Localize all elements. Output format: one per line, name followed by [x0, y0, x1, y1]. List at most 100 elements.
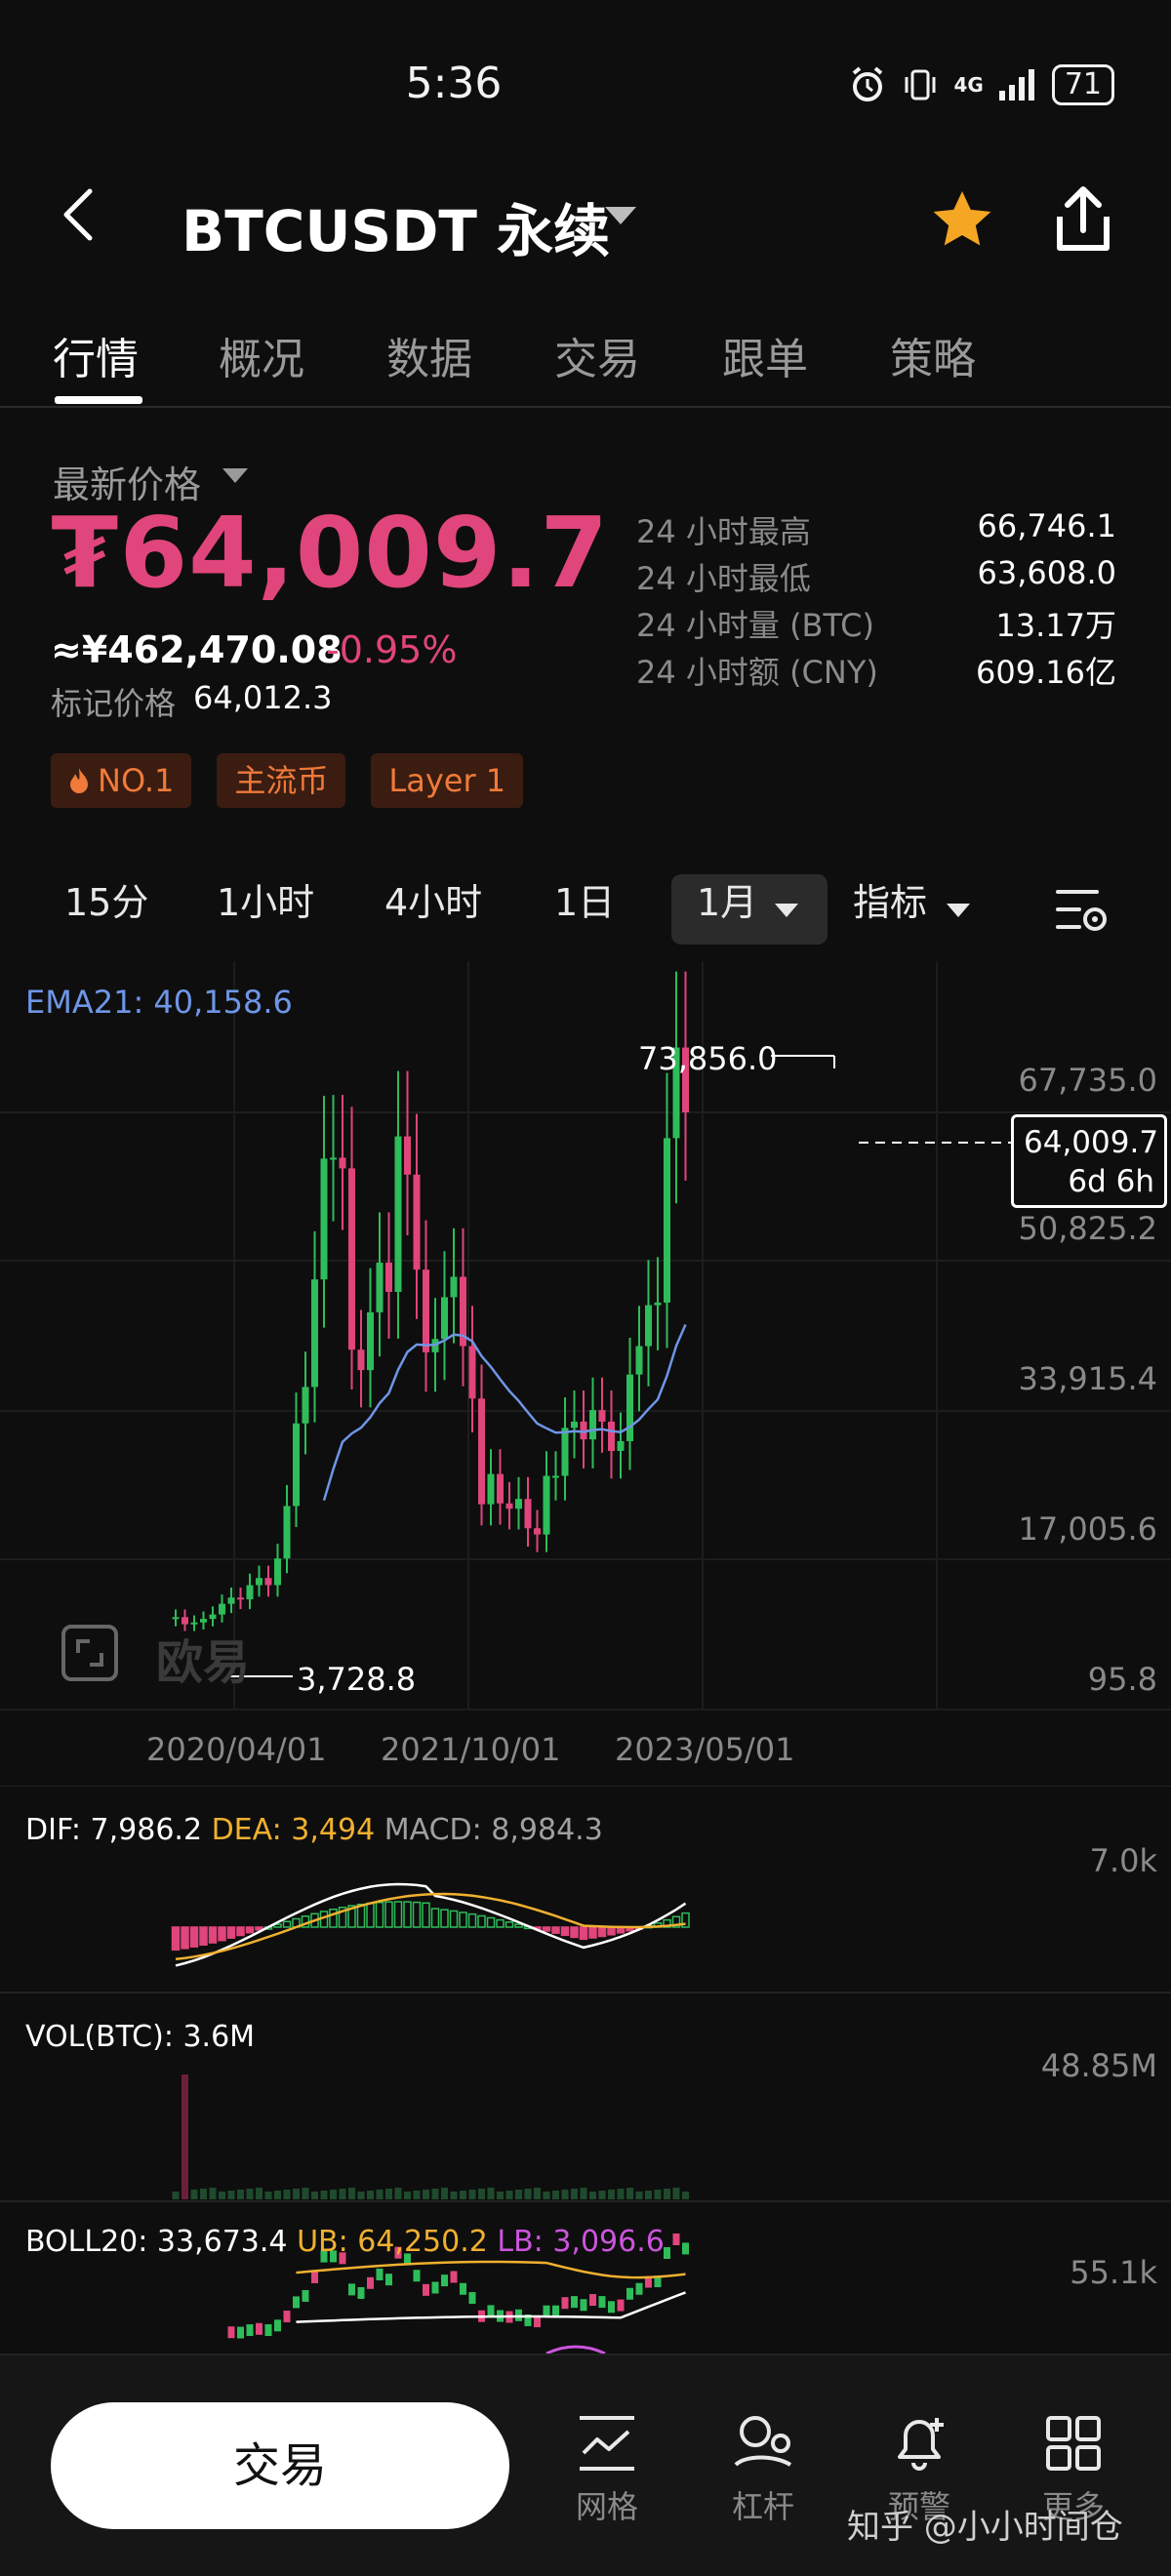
candle-body	[219, 1603, 225, 1615]
candle-body	[385, 1262, 392, 1292]
macd-bar	[542, 1926, 551, 1932]
fullscreen-icon[interactable]	[61, 1624, 119, 1682]
tab-strategy[interactable]: 策略	[890, 324, 976, 386]
timeframe-1d[interactable]: 1日	[554, 872, 615, 926]
current-price-value: 64,009.7	[1024, 1125, 1159, 1160]
tab-data[interactable]: 数据	[386, 324, 472, 386]
tag-label: 主流币	[234, 762, 329, 799]
candle-body	[264, 1578, 272, 1586]
volume-bar	[385, 2189, 392, 2199]
x-tick: 2021/10/01	[381, 1731, 561, 1768]
tab-overview[interactable]: 概况	[219, 324, 304, 386]
candle-body	[320, 1158, 328, 1280]
volume-bar	[617, 2189, 625, 2199]
volume-bar	[543, 2192, 550, 2199]
volume-bar	[404, 2192, 411, 2199]
status-icons: 4G 71	[848, 64, 1114, 105]
macd-bar	[226, 1926, 236, 1939]
boll-candle	[608, 2301, 615, 2314]
boll-candle	[302, 2289, 309, 2302]
volume-bar	[441, 2188, 448, 2199]
y-tick: 50,825.2	[1018, 1210, 1158, 1247]
timeframe-1h[interactable]: 1小时	[217, 872, 314, 926]
stats-panel: 24 小时最高 66,746.1 24 小时最低 63,608.0 24 小时量 (…	[636, 507, 1116, 695]
boll-candle	[385, 2274, 392, 2286]
candle-body	[543, 1475, 550, 1535]
dropdown-caret-icon[interactable]	[605, 207, 636, 224]
tab-market[interactable]: 行情	[53, 324, 139, 386]
chart-settings-icon[interactable]	[1054, 884, 1112, 935]
volume-bar	[487, 2188, 495, 2199]
status-time: 5:36	[405, 59, 503, 108]
timeframe-4h[interactable]: 4小时	[384, 872, 482, 926]
page-title[interactable]: BTCUSDT 永续	[182, 185, 610, 267]
volume-bar	[219, 2192, 225, 2199]
candlestick-chart[interactable]	[0, 961, 1171, 1712]
volume-bar	[200, 2189, 207, 2199]
tag-mainstream[interactable]: 主流币	[217, 753, 346, 808]
timeframe-1mo[interactable]: 1月	[697, 872, 757, 926]
tag-rank[interactable]: NO.1	[51, 753, 192, 808]
candle-body	[571, 1421, 578, 1429]
indicator-caret-icon[interactable]	[947, 904, 970, 917]
indicator-menu[interactable]: 指标	[853, 872, 927, 926]
tag-label: NO.1	[98, 762, 175, 799]
candles	[172, 971, 689, 1631]
macd-bar	[189, 1926, 199, 1948]
tag-list: NO.1 主流币 Layer 1	[51, 753, 524, 808]
volume-y-tick: 48.85M	[1040, 2047, 1157, 2084]
price-change: -0.95%	[326, 628, 458, 671]
boll-candle	[617, 2299, 625, 2312]
y-tick: 33,915.4	[1018, 1360, 1158, 1397]
macd-bar	[560, 1926, 570, 1937]
volume-bar	[283, 2190, 291, 2199]
candle-body	[505, 1503, 513, 1509]
boll-candle	[598, 2296, 606, 2309]
candle-body	[172, 1617, 180, 1620]
timeframe-15m[interactable]: 15分	[64, 872, 148, 926]
stat-value: 63,608.0	[977, 554, 1117, 591]
macd-bar	[430, 1908, 440, 1928]
price-type-caret-icon[interactable]	[222, 468, 248, 483]
volume-bar	[209, 2188, 217, 2199]
macd-bar	[384, 1901, 393, 1928]
leverage-icon	[734, 2416, 792, 2467]
tag-layer1[interactable]: Layer 1	[371, 753, 524, 808]
stat-value: 13.17万	[995, 607, 1116, 644]
boll-candle	[376, 2268, 384, 2280]
candle-body	[209, 1614, 217, 1620]
candle-body	[413, 1174, 421, 1270]
volume-bar	[293, 2189, 300, 2199]
stat-row-amount: 24 小时额 (CNY) 609.16亿	[636, 648, 1116, 695]
share-icon[interactable]	[1052, 185, 1114, 256]
trade-button[interactable]: 交易	[51, 2402, 509, 2529]
star-icon[interactable]	[927, 185, 997, 256]
candle-body	[237, 1597, 244, 1600]
low-marker-label: 3,728.8	[297, 1661, 417, 1698]
leverage-button[interactable]: 杠杆	[705, 2414, 822, 2527]
boll-y-tick: 55.1k	[1070, 2254, 1157, 2291]
tab-trade[interactable]: 交易	[554, 324, 640, 386]
volume-bar	[376, 2190, 384, 2199]
ema-label: EMA21: 40,158.6	[25, 984, 293, 1021]
timeframe-caret-icon[interactable]	[775, 904, 798, 917]
nav-label: 杠杆	[731, 2488, 794, 2525]
volume-bar	[339, 2189, 346, 2199]
volume-bar	[654, 2190, 662, 2199]
grid-trading-button[interactable]: 网格	[548, 2414, 666, 2527]
macd-bar	[551, 1926, 560, 1934]
macd-bar	[514, 1923, 523, 1928]
volume-bar	[264, 2192, 272, 2199]
boll-candle	[487, 2305, 495, 2317]
back-icon[interactable]	[59, 185, 98, 244]
macd-bar	[403, 1901, 412, 1928]
macd-bar	[588, 1926, 597, 1939]
volume-bar	[571, 2189, 578, 2199]
volume-bar	[561, 2190, 569, 2199]
boll-candle	[264, 2324, 272, 2337]
volume-bar	[682, 2192, 689, 2199]
boll-value: BOLL20: 33,673.4	[25, 2225, 288, 2259]
volume-bar	[524, 2189, 532, 2199]
macd-bar	[422, 1902, 430, 1928]
tab-copy-trade[interactable]: 跟单	[722, 324, 808, 386]
